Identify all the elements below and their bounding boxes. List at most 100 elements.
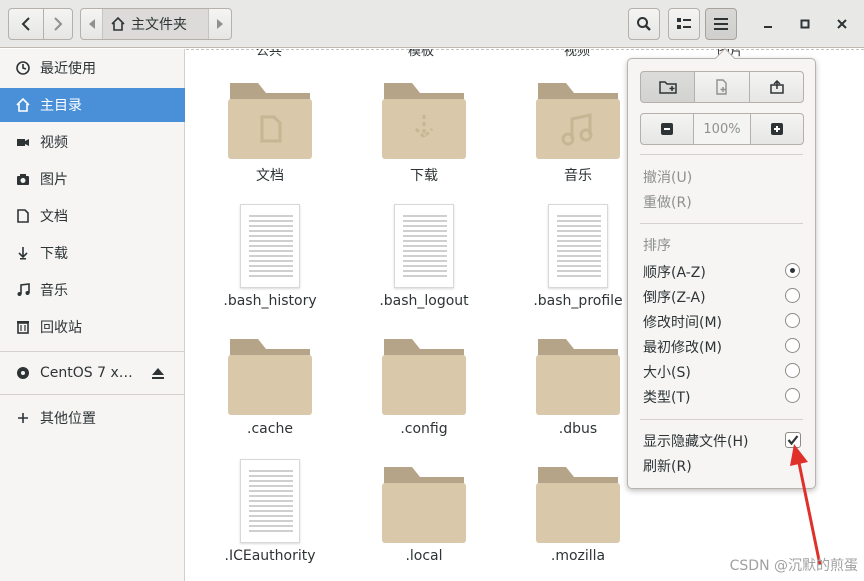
file-name: .bash_history bbox=[223, 293, 317, 309]
clipped-item-label: 模板 bbox=[408, 49, 435, 59]
app-menu-popover: 100% 撤消(U) 重做(R) 排序 顺序(A-Z) 倒序(Z-A) 修改时间… bbox=[627, 48, 816, 489]
new-actions-row bbox=[640, 71, 804, 103]
sort-option-type[interactable]: 类型(T) bbox=[643, 387, 690, 407]
zoom-in-button[interactable] bbox=[750, 113, 804, 145]
text-file-icon bbox=[548, 204, 608, 288]
folder-documents-icon bbox=[228, 83, 312, 159]
sort-radio-modified[interactable] bbox=[785, 313, 800, 328]
redo-item[interactable]: 重做(R) bbox=[643, 192, 692, 212]
new-document-button[interactable] bbox=[695, 71, 749, 103]
text-file-icon bbox=[240, 459, 300, 543]
sidebar-item-pictures[interactable]: 图片 bbox=[0, 162, 185, 196]
sort-radio-size[interactable] bbox=[785, 363, 800, 378]
sidebar-item-label: CentOS 7 x… bbox=[40, 365, 133, 381]
zoom-level[interactable]: 100% bbox=[694, 113, 750, 145]
sidebar-item-videos[interactable]: 视频 bbox=[0, 125, 185, 159]
maximize-icon bbox=[800, 19, 810, 29]
folder-item[interactable]: 下载 bbox=[354, 77, 494, 197]
home-icon bbox=[111, 17, 125, 31]
file-name: .bash_logout bbox=[379, 293, 469, 309]
sidebar-item-label: 视频 bbox=[40, 135, 68, 151]
sort-radio-first-modified[interactable] bbox=[785, 338, 800, 353]
sidebar-item-downloads[interactable]: 下载 bbox=[0, 236, 185, 270]
sort-radio-name-desc[interactable] bbox=[785, 288, 800, 303]
new-folder-button[interactable] bbox=[640, 71, 695, 103]
menu-separator bbox=[640, 419, 803, 420]
sort-radio-type[interactable] bbox=[785, 388, 800, 403]
annotation-arrow bbox=[790, 444, 822, 566]
watermark: CSDN @沉默的煎蛋 bbox=[729, 558, 858, 574]
menu-button[interactable] bbox=[705, 8, 737, 40]
sidebar-separator bbox=[0, 394, 185, 395]
undo-item[interactable]: 撤消(U) bbox=[643, 167, 692, 187]
file-name: .mozilla bbox=[550, 548, 606, 564]
zoom-out-button[interactable] bbox=[640, 113, 694, 145]
eject-icon[interactable] bbox=[151, 366, 165, 380]
folder-icon bbox=[228, 339, 312, 415]
clock-icon bbox=[16, 61, 30, 75]
path-home-button[interactable]: 主文件夹 bbox=[103, 9, 209, 39]
forward-button[interactable] bbox=[43, 8, 73, 40]
back-button[interactable] bbox=[8, 8, 44, 40]
sort-option-modified[interactable]: 修改时间(M) bbox=[643, 312, 722, 332]
sidebar-item-other-locations[interactable]: 其他位置 bbox=[0, 401, 185, 435]
zoom-in-icon bbox=[771, 123, 783, 135]
menu-separator bbox=[640, 223, 803, 224]
sidebar-item-label: 文档 bbox=[40, 209, 68, 225]
close-icon bbox=[837, 19, 847, 29]
refresh-item[interactable]: 刷新(R) bbox=[643, 456, 692, 476]
sort-option-size[interactable]: 大小(S) bbox=[643, 362, 691, 382]
plus-icon bbox=[16, 411, 30, 425]
folder-item[interactable]: .local bbox=[354, 461, 494, 571]
bookmark-button[interactable] bbox=[749, 71, 804, 103]
music-icon bbox=[16, 283, 30, 297]
sidebar-item-recent[interactable]: 最近使用 bbox=[0, 51, 185, 85]
close-button[interactable] bbox=[830, 12, 854, 36]
folder-icon bbox=[382, 339, 466, 415]
text-file-icon bbox=[394, 204, 454, 288]
sidebar-separator bbox=[0, 351, 185, 352]
maximize-button[interactable] bbox=[793, 12, 817, 36]
file-name: .local bbox=[405, 548, 443, 564]
document-icon bbox=[16, 209, 30, 223]
file-name: .ICEauthority bbox=[224, 548, 316, 564]
folder-item[interactable]: .config bbox=[354, 333, 494, 443]
file-item[interactable]: .bash_history bbox=[200, 204, 340, 314]
folder-icon bbox=[536, 467, 620, 543]
show-hidden-files-item[interactable]: 显示隐藏文件(H) bbox=[643, 431, 748, 451]
sidebar-item-home[interactable]: 主目录 bbox=[0, 88, 185, 122]
sidebar-item-trash[interactable]: 回收站 bbox=[0, 310, 185, 344]
file-name: .config bbox=[400, 421, 448, 437]
disc-icon bbox=[16, 366, 30, 380]
search-button[interactable] bbox=[628, 8, 660, 40]
text-file-icon bbox=[240, 204, 300, 288]
chevron-right-icon bbox=[54, 17, 63, 31]
sort-option-name-asc[interactable]: 顺序(A-Z) bbox=[643, 262, 706, 282]
path-scroll-right[interactable] bbox=[209, 9, 231, 39]
sidebar-item-centos-disc[interactable]: CentOS 7 x… bbox=[0, 356, 185, 390]
minimize-button[interactable] bbox=[756, 12, 780, 36]
file-item[interactable]: .bash_logout bbox=[354, 204, 494, 314]
path-scroll-left[interactable] bbox=[81, 9, 103, 39]
sidebar-item-label: 音乐 bbox=[40, 283, 68, 299]
header-bar: 主文件夹 bbox=[0, 0, 864, 48]
view-toggle-button[interactable] bbox=[668, 8, 700, 40]
sidebar-item-label: 最近使用 bbox=[40, 61, 96, 77]
sort-radio-name-asc[interactable] bbox=[785, 263, 800, 278]
sort-option-name-desc[interactable]: 倒序(Z-A) bbox=[643, 287, 706, 307]
folder-item[interactable]: .cache bbox=[200, 333, 340, 443]
trash-icon bbox=[16, 320, 30, 334]
clipped-item-label: 公共 bbox=[256, 49, 283, 59]
new-document-icon bbox=[716, 79, 727, 95]
zoom-out-icon bbox=[661, 123, 673, 135]
sort-option-first-modified[interactable]: 最初修改(M) bbox=[643, 337, 722, 357]
sidebar-item-music[interactable]: 音乐 bbox=[0, 273, 185, 307]
triangle-left-icon bbox=[88, 19, 95, 29]
sidebar-item-documents[interactable]: 文档 bbox=[0, 199, 185, 233]
file-name: 下载 bbox=[410, 168, 438, 184]
file-item[interactable]: .ICEauthority bbox=[200, 459, 340, 569]
video-icon bbox=[16, 135, 30, 149]
folder-icon bbox=[382, 467, 466, 543]
path-label: 主文件夹 bbox=[131, 17, 187, 33]
folder-item[interactable]: 文档 bbox=[200, 77, 340, 197]
